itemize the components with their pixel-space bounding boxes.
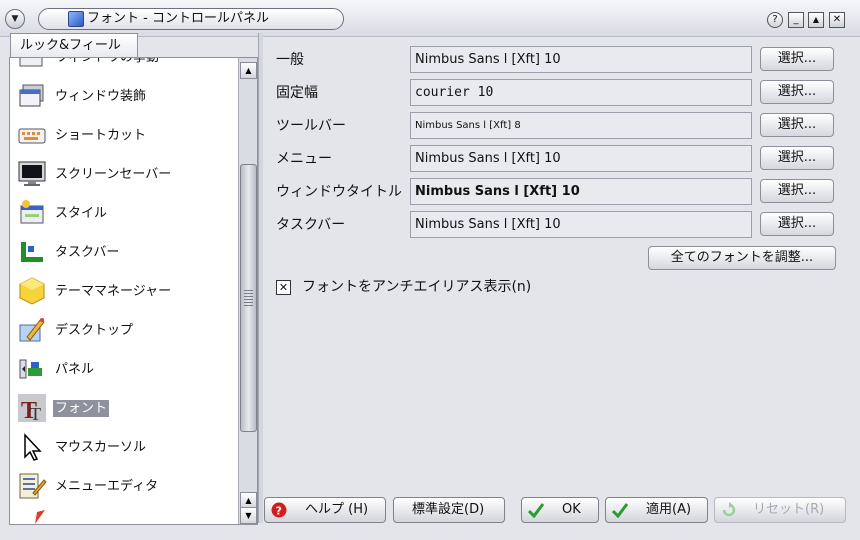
sidebar-item-window-behavior[interactable]: ウィンドウの挙動 xyxy=(10,57,238,77)
title-pill: フォント - コントロールパネル xyxy=(38,8,344,30)
sidebar-item-label: メニューエディタ xyxy=(55,479,159,494)
font-row-taskbar: タスクバー Nimbus Sans l [Xft] 10 選択... xyxy=(276,211,836,239)
partial-item-icon xyxy=(35,510,45,524)
checkmark-icon xyxy=(528,503,544,518)
font-field-menu: Nimbus Sans l [Xft] 10 xyxy=(410,145,752,172)
select-taskbar-button[interactable]: 選択... xyxy=(760,212,834,236)
select-toolbar-button[interactable]: 選択... xyxy=(760,113,834,137)
font-row-label: 一般 xyxy=(276,52,304,68)
sidebar-item-style[interactable]: スタイル xyxy=(10,194,238,233)
menu-editor-icon xyxy=(19,473,47,499)
sidebar-list: ウィンドウの挙動 ウィンドウ装飾 ショートカット スクリーンセーバー スタイル … xyxy=(10,57,238,524)
sidebar-item-label: テーママネージャー xyxy=(55,284,172,299)
sidebar-item-label: タスクバー xyxy=(55,245,120,260)
splitter-handle[interactable] xyxy=(258,33,263,523)
defaults-button-label: 標準設定(D) xyxy=(412,502,485,517)
font-field-window-title: Nimbus Sans l [Xft] 10 xyxy=(410,178,752,205)
sidebar-item-screensaver[interactable]: スクリーンセーバー xyxy=(10,155,238,194)
sidebar-panel: ウィンドウの挙動 ウィンドウ装飾 ショートカット スクリーンセーバー スタイル … xyxy=(9,57,258,525)
window-decoration-icon xyxy=(19,84,44,107)
font-row-menu: メニュー Nimbus Sans l [Xft] 10 選択... xyxy=(276,145,836,173)
font-row-label: タスクバー xyxy=(276,217,346,233)
sidebar-item-label: ウィンドウ装飾 xyxy=(55,89,147,104)
font-field-general: Nimbus Sans l [Xft] 10 xyxy=(410,46,752,73)
apply-button[interactable]: 適用(A) xyxy=(605,497,708,523)
tab-look-and-feel[interactable]: ルック&フィール xyxy=(10,33,138,57)
sidebar-item-font[interactable]: T T フォント xyxy=(10,389,238,428)
font-row-fixed: 固定幅 courier 10 選択... xyxy=(276,79,836,107)
sidebar-item-label: ショートカット xyxy=(55,128,147,143)
font-icon: T T xyxy=(18,394,46,423)
font-row-general: 一般 Nimbus Sans l [Xft] 10 選択... xyxy=(276,46,836,74)
reset-button-label: リセット(R) xyxy=(753,502,825,517)
font-row-window-title: ウィンドウタイトル Nimbus Sans l [Xft] 10 選択... xyxy=(276,178,836,206)
sidebar-item-label: パネル xyxy=(55,362,95,377)
sidebar-item-label: ウィンドウの挙動 xyxy=(55,57,160,65)
select-fixed-button[interactable]: 選択... xyxy=(760,80,834,104)
antialias-checkbox[interactable]: ✕ xyxy=(276,280,291,295)
control-panel-icon xyxy=(68,11,84,27)
keyboard-shortcut-icon xyxy=(18,128,46,144)
minimize-button[interactable]: _ xyxy=(788,12,804,28)
mouse-cursor-icon xyxy=(24,433,42,461)
scroll-thumb[interactable] xyxy=(240,164,257,432)
taskbar-icon xyxy=(21,242,43,262)
monitor-screensaver-icon xyxy=(18,161,46,186)
sidebar-item-partial xyxy=(10,506,238,524)
reset-button[interactable]: リセット(R) xyxy=(714,497,846,523)
help-button-label: ヘルプ (H) xyxy=(305,502,369,517)
font-row-toolbar: ツールバー Nimbus Sans l [Xft] 8 選択... xyxy=(276,112,836,140)
scroll-down-button[interactable]: ▼ xyxy=(240,507,257,524)
checkmark-icon xyxy=(612,503,628,518)
sidebar-item-desktop[interactable]: デスクトップ xyxy=(10,311,238,350)
title-bar: ▼ フォント - コントロールパネル ? _ ▲ ✕ xyxy=(0,0,860,37)
font-row-label: ツールバー xyxy=(276,118,346,134)
sidebar-item-label: マウスカーソル xyxy=(55,440,147,455)
sidebar-item-label: フォント xyxy=(53,400,110,417)
window-title: フォント - コントロールパネル xyxy=(87,11,269,26)
sidebar-scrollbar[interactable]: ▲ ▲ ▼ xyxy=(238,58,257,524)
font-row-label: 固定幅 xyxy=(276,85,318,101)
adjust-all-fonts-button[interactable]: 全てのフォントを調整... xyxy=(648,246,836,270)
sidebar-item-taskbar[interactable]: タスクバー xyxy=(10,233,238,272)
select-window-title-button[interactable]: 選択... xyxy=(760,179,834,203)
select-general-button[interactable]: 選択... xyxy=(760,47,834,71)
window-menu-button[interactable]: ▼ xyxy=(5,9,25,29)
scroll-up-button[interactable]: ▲ xyxy=(240,62,257,79)
ok-button-label: OK xyxy=(562,502,581,517)
sidebar-item-panel[interactable]: パネル xyxy=(10,350,238,389)
font-field-taskbar: Nimbus Sans l [Xft] 10 xyxy=(410,211,752,238)
close-button[interactable]: ✕ xyxy=(829,12,845,28)
font-row-label: ウィンドウタイトル xyxy=(276,184,402,200)
svg-text:T: T xyxy=(30,404,41,423)
panel-icon xyxy=(19,359,42,379)
theme-manager-icon xyxy=(19,277,45,305)
reset-icon xyxy=(722,502,736,517)
desktop-icon xyxy=(19,318,45,342)
antialias-label[interactable]: フォントをアンチエイリアス表示(n) xyxy=(302,278,531,296)
svg-text:?: ? xyxy=(276,505,282,518)
help-button[interactable]: ? ヘルプ (H) xyxy=(264,497,386,523)
sidebar-item-shortcuts[interactable]: ショートカット xyxy=(10,116,238,155)
font-row-label: メニュー xyxy=(276,151,332,167)
sidebar-item-theme-manager[interactable]: テーママネージャー xyxy=(10,272,238,311)
sidebar-item-label: スタイル xyxy=(55,206,108,221)
style-icon xyxy=(20,200,44,224)
help-title-button[interactable]: ? xyxy=(767,12,783,28)
help-icon: ? xyxy=(271,502,287,518)
window-behavior-icon xyxy=(19,58,43,67)
sidebar-item-mouse-cursor[interactable]: マウスカーソル xyxy=(10,428,238,467)
apply-button-label: 適用(A) xyxy=(646,502,692,517)
sidebar-item-label: スクリーンセーバー xyxy=(55,167,172,182)
sidebar-item-window-decoration[interactable]: ウィンドウ装飾 xyxy=(10,77,238,116)
font-field-toolbar: Nimbus Sans l [Xft] 8 xyxy=(410,112,752,139)
scroll-grip-icon xyxy=(244,290,253,306)
sidebar-item-menu-editor[interactable]: メニューエディタ xyxy=(10,467,238,506)
font-field-fixed: courier 10 xyxy=(410,79,752,106)
sidebar-item-label: デスクトップ xyxy=(55,323,134,338)
select-menu-button[interactable]: 選択... xyxy=(760,146,834,170)
ok-button[interactable]: OK xyxy=(521,497,599,523)
defaults-button[interactable]: 標準設定(D) xyxy=(393,497,505,523)
maximize-button[interactable]: ▲ xyxy=(808,12,824,28)
